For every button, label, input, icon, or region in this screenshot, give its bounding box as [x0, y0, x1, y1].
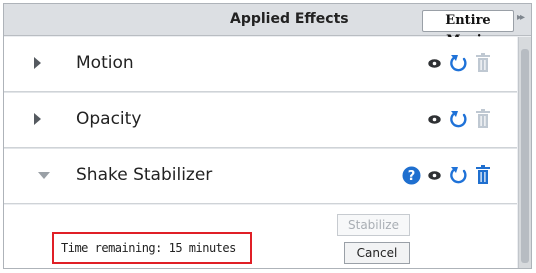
- disclosure-triangle-icon[interactable]: [34, 57, 41, 69]
- reset-icon[interactable]: [449, 165, 469, 185]
- time-remaining-text: Time remaining: 15 minutes: [61, 241, 236, 255]
- eye-icon[interactable]: [428, 115, 441, 124]
- trash-icon[interactable]: [475, 109, 491, 129]
- stabilize-button[interactable]: Stabilize: [337, 214, 410, 236]
- svg-text:?: ?: [408, 169, 416, 184]
- effect-row-motion[interactable]: Motion: [4, 37, 517, 92]
- vertical-scrollbar[interactable]: [518, 37, 531, 268]
- effect-row-shake-stabilizer[interactable]: Shake Stabilizer ?: [4, 149, 517, 204]
- effect-name-opacity: Opacity: [76, 109, 142, 129]
- effect-row-opacity[interactable]: Opacity: [4, 93, 517, 148]
- cancel-button[interactable]: Cancel: [344, 242, 410, 264]
- scrollbar-thumb[interactable]: [521, 49, 529, 263]
- effect-name-shake-stabilizer: Shake Stabilizer: [76, 165, 213, 185]
- reset-icon[interactable]: [449, 109, 469, 129]
- stabilizer-options: Stabilize Time remaining: 15 minutes Can…: [4, 205, 517, 268]
- help-icon[interactable]: ?: [402, 166, 421, 185]
- disclosure-triangle-icon[interactable]: [38, 172, 50, 179]
- trash-icon[interactable]: [475, 53, 491, 73]
- time-remaining-highlight: Time remaining: 15 minutes: [52, 232, 252, 264]
- disclosure-triangle-icon[interactable]: [34, 113, 41, 125]
- panel-title: Applied Effects: [230, 11, 349, 27]
- applied-effects-panel: Applied Effects Entire Movie ▸▸ Motion O…: [3, 3, 532, 269]
- double-chevron-right-icon[interactable]: ▸▸: [517, 12, 529, 28]
- eye-icon[interactable]: [428, 59, 441, 68]
- reset-icon[interactable]: [449, 53, 469, 73]
- panel-header: Applied Effects Entire Movie ▸▸: [4, 4, 531, 48]
- entire-movie-button[interactable]: Entire Movie: [422, 10, 514, 48]
- effect-name-motion: Motion: [76, 53, 134, 73]
- eye-icon[interactable]: [428, 171, 441, 180]
- trash-icon[interactable]: [475, 165, 491, 185]
